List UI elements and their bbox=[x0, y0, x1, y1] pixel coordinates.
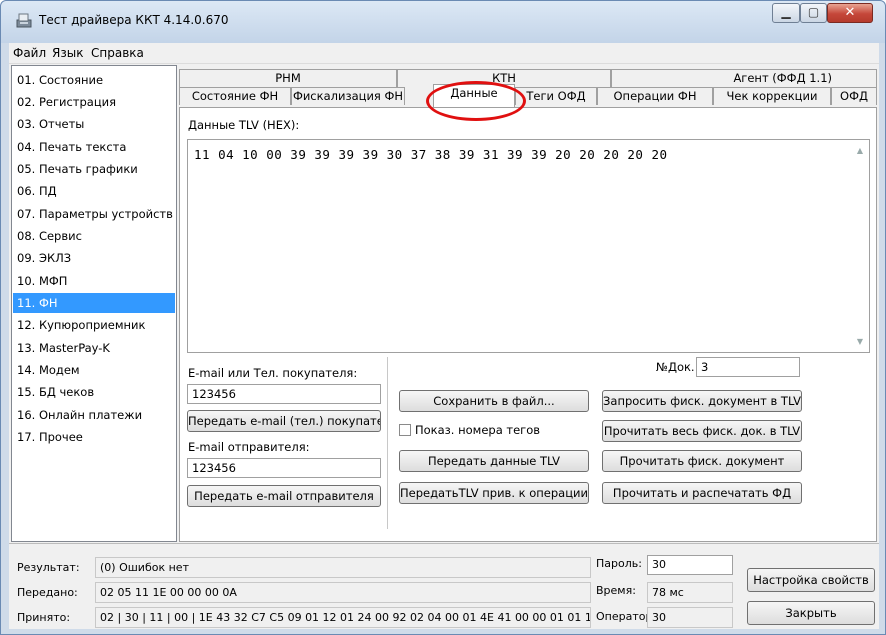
tab-data[interactable]: Данные bbox=[433, 84, 515, 107]
sidebar-item-mfp[interactable]: 10. МФП bbox=[13, 271, 175, 291]
tab-ofd-tags[interactable]: Теги ОФД bbox=[515, 87, 597, 105]
tab-fn-state[interactable]: Состояние ФН bbox=[179, 87, 291, 105]
show-tag-numbers-label: Показ. номера тегов bbox=[415, 423, 541, 437]
send-tlv-data-button[interactable]: Передать данные TLV bbox=[399, 450, 589, 472]
sidebar-item-other[interactable]: 17. Прочее bbox=[13, 427, 175, 447]
tab-ofd[interactable]: ОФД bbox=[831, 87, 877, 105]
received-label: Принято: bbox=[17, 611, 71, 624]
sidebar-item-fn[interactable]: 11. ФН bbox=[13, 293, 175, 313]
kkt-driver-icon bbox=[16, 13, 32, 28]
save-to-file-button[interactable]: Сохранить в файл... bbox=[399, 390, 589, 412]
sidebar-item-state[interactable]: 01. Состояние bbox=[13, 70, 175, 90]
section-divider bbox=[387, 357, 388, 529]
sidebar-item-reports[interactable]: 03. Отчеты bbox=[13, 114, 175, 134]
tab-rnm[interactable]: РНМ bbox=[179, 69, 397, 87]
tlv-label: Данные TLV (HEX): bbox=[188, 118, 300, 132]
tlv-hex-textarea[interactable]: 11 04 10 00 39 39 39 39 30 37 38 39 31 3… bbox=[187, 139, 870, 353]
sidebar-item-registration[interactable]: 02. Регистрация bbox=[13, 92, 175, 112]
request-fiscal-doc-tlv-button[interactable]: Запросить фиск. документ в TLV bbox=[602, 390, 802, 412]
sidebar-item-print-graphics[interactable]: 05. Печать графики bbox=[13, 159, 175, 179]
sidebar-item-device-params[interactable]: 07. Параметры устройств bbox=[13, 204, 175, 224]
sender-email-input[interactable]: 123456 bbox=[187, 458, 381, 478]
minimize-icon[interactable]: ▁ bbox=[772, 3, 800, 23]
client-area: Файл Язык Справка 01. Состояние 02. Реги… bbox=[9, 43, 879, 629]
result-field: (0) Ошибок нет bbox=[95, 557, 591, 578]
sidebar-item-bill-acceptor[interactable]: 12. Купюроприемник bbox=[13, 315, 175, 335]
main-window: Тест драйвера ККТ 4.14.0.670 ▁ ▢ ✕ Файл … bbox=[0, 0, 886, 635]
tab-correction-receipt[interactable]: Чек коррекции bbox=[713, 87, 831, 105]
tab-control: РНМ КТН Агент (ФФД 1.1) Состояние ФН Фис… bbox=[179, 65, 877, 542]
sidebar-item-print-text[interactable]: 04. Печать текста bbox=[13, 137, 175, 157]
tlv-hex-text: 11 04 10 00 39 39 39 39 30 37 38 39 31 3… bbox=[194, 147, 668, 162]
sidebar-item-online-payments[interactable]: 16. Онлайн платежи bbox=[13, 405, 175, 425]
sidebar-item-masterpay[interactable]: 13. MasterPay-K bbox=[13, 338, 175, 358]
tab-fn-fiscalization[interactable]: Фискализация ФН bbox=[291, 87, 405, 105]
close-button[interactable]: Закрыть bbox=[747, 601, 875, 625]
sidebar-item-eklz[interactable]: 09. ЭКЛЗ bbox=[13, 248, 175, 268]
tab-row-2: Состояние ФН Фискализация ФН Данные Теги… bbox=[179, 84, 877, 107]
buyer-email-label: E-mail или Тел. покупателя: bbox=[188, 366, 358, 380]
title-bar[interactable]: Тест драйвера ККТ 4.14.0.670 ▁ ▢ ✕ bbox=[1, 1, 885, 43]
buyer-email-input[interactable]: 123456 bbox=[187, 384, 381, 404]
read-full-fiscal-doc-tlv-button[interactable]: Прочитать весь фиск. док. в TLV bbox=[602, 420, 802, 442]
operator-field: 30 bbox=[647, 607, 733, 628]
close-icon[interactable]: ✕ bbox=[827, 3, 873, 23]
sent-field: 02 05 11 1E 00 00 00 0A bbox=[95, 582, 591, 603]
doc-number-input[interactable]: 3 bbox=[696, 357, 800, 377]
sidebar-list: 01. Состояние 02. Регистрация 03. Отчеты… bbox=[11, 65, 177, 542]
send-buyer-email-button[interactable]: Передать e-mail (тел.) покупателя bbox=[187, 410, 381, 432]
tab-fn-operations[interactable]: Операции ФН bbox=[597, 87, 713, 105]
status-panel: Результат: (0) Ошибок нет Передано: 02 0… bbox=[9, 543, 879, 629]
doc-number-label: №Док. bbox=[656, 360, 695, 374]
send-sender-email-button[interactable]: Передать e-mail отправителя bbox=[187, 485, 381, 507]
sidebar-item-modem[interactable]: 14. Модем bbox=[13, 360, 175, 380]
data-tab-page: Данные TLV (HEX): 11 04 10 00 39 39 39 3… bbox=[179, 107, 877, 542]
sidebar-item-service[interactable]: 08. Сервис bbox=[13, 226, 175, 246]
window-title: Тест драйвера ККТ 4.14.0.670 bbox=[39, 13, 229, 27]
read-fiscal-doc-button[interactable]: Прочитать фиск. документ bbox=[602, 450, 802, 472]
sidebar-item-pd[interactable]: 06. ПД bbox=[13, 181, 175, 201]
tab-row-1: РНМ КТН Агент (ФФД 1.1) bbox=[179, 69, 877, 87]
password-input[interactable]: 30 bbox=[647, 555, 733, 575]
password-label: Пароль: bbox=[596, 557, 642, 570]
sidebar-item-receipts-db[interactable]: 15. БД чеков bbox=[13, 382, 175, 402]
time-field: 78 мс bbox=[647, 582, 733, 603]
read-print-fd-button[interactable]: Прочитать и распечатать ФД bbox=[602, 482, 802, 504]
show-tag-numbers-checkbox[interactable] bbox=[399, 424, 411, 436]
time-label: Время: bbox=[596, 584, 636, 597]
menu-language[interactable]: Язык bbox=[52, 46, 83, 60]
tab-agent[interactable]: Агент (ФФД 1.1) bbox=[611, 69, 877, 87]
sender-email-label: E-mail отправителя: bbox=[188, 440, 310, 454]
result-label: Результат: bbox=[17, 561, 80, 574]
menu-bar: Файл Язык Справка bbox=[9, 43, 879, 64]
send-tlv-operation-button[interactable]: ПередатьTLV прив. к операции bbox=[399, 482, 589, 504]
received-field: 02 | 30 | 11 | 00 | 1E 43 32 C7 C5 09 01… bbox=[95, 607, 591, 628]
settings-button[interactable]: Настройка свойств bbox=[747, 568, 875, 592]
scroll-down-icon[interactable]: ▼ bbox=[855, 337, 865, 346]
menu-help[interactable]: Справка bbox=[91, 46, 144, 60]
sent-label: Передано: bbox=[17, 586, 78, 599]
maximize-icon[interactable]: ▢ bbox=[800, 3, 827, 23]
scroll-up-icon[interactable]: ▲ bbox=[855, 146, 865, 155]
menu-file[interactable]: Файл bbox=[13, 46, 46, 60]
